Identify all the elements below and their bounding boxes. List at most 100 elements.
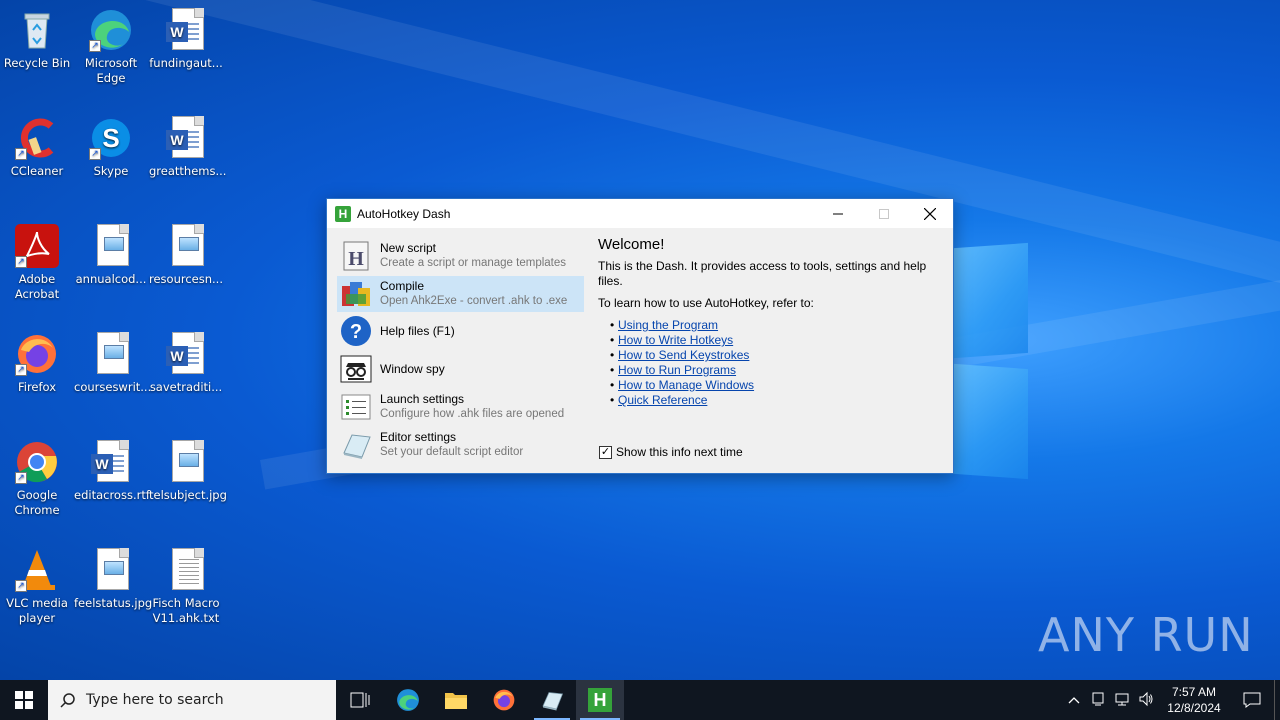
desktop-icon-image-file[interactable]: telsubject.jpg: [149, 440, 227, 503]
image-file-icon: [164, 224, 208, 268]
notification-icon: [1243, 692, 1261, 708]
desktop-icon-firefox[interactable]: ↗ Firefox: [0, 332, 74, 395]
task-view-button[interactable]: [336, 680, 384, 720]
show-hidden-icons-button[interactable]: [1062, 693, 1086, 707]
help-link-quick-reference[interactable]: Quick Reference: [618, 393, 707, 407]
taskbar-clock[interactable]: 7:57 AM 12/8/2024: [1158, 684, 1230, 716]
tray-device-button[interactable]: [1086, 691, 1110, 710]
taskbar: Type here to search H 7:57 AM 12/8/2024: [0, 680, 1280, 720]
network-icon: [1115, 693, 1129, 705]
item-subtitle: Open Ahk2Exe - convert .ahk to .exe: [380, 295, 568, 307]
skype-icon: S ↗: [89, 116, 133, 160]
desktop-icon-label: telsubject.jpg: [149, 488, 227, 502]
shortcut-arrow-icon: ↗: [15, 148, 27, 160]
item-subtitle: Configure how .ahk files are opened: [380, 408, 565, 420]
shortcut-arrow-icon: ↗: [15, 256, 27, 268]
help-files-item[interactable]: ? Help files (F1): [337, 313, 584, 349]
desktop-icon-label: CCleaner: [10, 164, 64, 178]
help-link-using-the-program[interactable]: Using the Program: [618, 318, 718, 332]
chevron-up-icon: [1068, 697, 1080, 704]
item-title: Window spy: [380, 361, 445, 376]
desktop-icon-image-file[interactable]: annualcod...: [74, 224, 148, 287]
taskbar-firefox[interactable]: [480, 680, 528, 720]
help-link-write-hotkeys[interactable]: How to Write Hotkeys: [618, 333, 733, 347]
item-title: Help files (F1): [380, 323, 455, 338]
image-file-icon: [89, 548, 133, 592]
desktop-icon-label: Skype: [93, 164, 129, 178]
desktop-icon-image-file[interactable]: resourcesn...: [149, 224, 223, 287]
launch-settings-item[interactable]: Launch settings Configure how .ahk files…: [337, 389, 584, 425]
taskbar-editor[interactable]: [528, 680, 576, 720]
desktop-icon-word-doc[interactable]: W fundingaut...: [149, 8, 223, 71]
desktop-icon-word-doc[interactable]: W editacross.rtf: [74, 440, 150, 503]
show-info-checkbox[interactable]: ✓: [599, 445, 612, 459]
tray-network-button[interactable]: [1110, 691, 1134, 710]
show-info-option[interactable]: ✓ Show this info next time: [599, 445, 743, 459]
editor-icon: [542, 692, 564, 711]
desktop-icon-label: resourcesn...: [149, 272, 223, 286]
help-icon: ?: [340, 315, 372, 347]
taskbar-search-box[interactable]: Type here to search: [48, 680, 336, 720]
desktop-icon-word-doc[interactable]: W greatthems...: [149, 116, 226, 179]
help-link-item: Using the Program: [610, 318, 948, 333]
window-title: AutoHotkey Dash: [357, 206, 451, 221]
desktop-icon-adobe-acrobat[interactable]: ↗ Adobe Acrobat: [0, 224, 74, 302]
help-link-manage-windows[interactable]: How to Manage Windows: [618, 378, 754, 392]
show-desktop-button[interactable]: [1274, 680, 1280, 720]
anyrun-watermark: ANY RUN: [1038, 608, 1254, 662]
word-document-icon: W: [89, 440, 133, 484]
desktop-icon-word-doc[interactable]: W savetraditi...: [149, 332, 223, 395]
new-script-item[interactable]: H New script Create a script or manage t…: [337, 238, 584, 274]
image-file-icon: [89, 224, 133, 268]
microsoft-edge-icon: ↗: [89, 8, 133, 52]
item-title: Compile: [380, 279, 425, 293]
shortcut-arrow-icon: ↗: [89, 148, 101, 160]
window-spy-icon: [340, 353, 372, 385]
svg-text:?: ?: [350, 321, 362, 343]
firefox-icon: [493, 689, 515, 711]
desktop-icon-image-file[interactable]: courseswrit...: [74, 332, 151, 395]
editor-settings-item[interactable]: Editor settings Set your default script …: [337, 427, 584, 463]
help-link-item: How to Run Programs: [610, 363, 948, 378]
taskbar-file-explorer[interactable]: [432, 680, 480, 720]
svg-text:H: H: [348, 248, 364, 270]
desktop-icon-microsoft-edge[interactable]: ↗ Microsoft Edge: [74, 8, 148, 86]
welcome-heading: Welcome!: [598, 236, 665, 253]
shortcut-arrow-icon: ↗: [89, 40, 101, 52]
desktop-icon-label: VLC media player: [6, 596, 68, 625]
action-center-button[interactable]: [1230, 692, 1274, 708]
desktop-icon-image-file[interactable]: feelstatus.jpg: [74, 548, 152, 611]
recycle-bin-icon: [15, 8, 59, 52]
desktop-icon-label: savetraditi...: [149, 380, 223, 394]
desktop-icon-ccleaner[interactable]: ↗ CCleaner: [0, 116, 74, 179]
text-file-icon: [164, 548, 208, 592]
desktop-icon-label: editacross.rtf: [74, 488, 150, 502]
window-spy-item[interactable]: Window spy: [337, 351, 584, 387]
firefox-icon: ↗: [15, 332, 59, 376]
shortcut-arrow-icon: ↗: [15, 364, 27, 376]
show-info-label: Show this info next time: [616, 445, 743, 459]
compile-item[interactable]: Compile Open Ahk2Exe - convert .ahk to .…: [337, 276, 584, 312]
taskbar-autohotkey-dash[interactable]: H: [576, 680, 624, 720]
close-button[interactable]: [907, 199, 953, 228]
desktop-icon-google-chrome[interactable]: ↗ Google Chrome: [0, 440, 74, 518]
maximize-button[interactable]: [861, 199, 907, 228]
folder-icon: [445, 693, 467, 709]
desktop-icon-vlc[interactable]: ↗ VLC media player: [0, 548, 74, 626]
help-link-send-keystrokes[interactable]: How to Send Keystrokes: [618, 348, 749, 362]
desktop-icon-text-file[interactable]: Fisch Macro V11.ahk.txt: [149, 548, 223, 626]
volume-icon: [1139, 691, 1153, 706]
desktop-icon-skype[interactable]: S ↗ Skype: [74, 116, 148, 179]
title-bar[interactable]: H AutoHotkey Dash: [327, 199, 953, 228]
help-links-list: Using the Program How to Write Hotkeys H…: [610, 318, 948, 408]
desktop-icon-label: annualcod...: [75, 272, 147, 286]
search-icon: [60, 693, 75, 708]
desktop-icon-recycle-bin[interactable]: Recycle Bin: [0, 8, 74, 71]
svg-text:S: S: [102, 123, 119, 153]
help-link-run-programs[interactable]: How to Run Programs: [618, 363, 736, 377]
tray-volume-button[interactable]: [1134, 691, 1158, 710]
minimize-button[interactable]: [815, 199, 861, 228]
task-view-icon: [350, 692, 370, 708]
taskbar-edge[interactable]: [384, 680, 432, 720]
start-button[interactable]: [0, 680, 48, 720]
